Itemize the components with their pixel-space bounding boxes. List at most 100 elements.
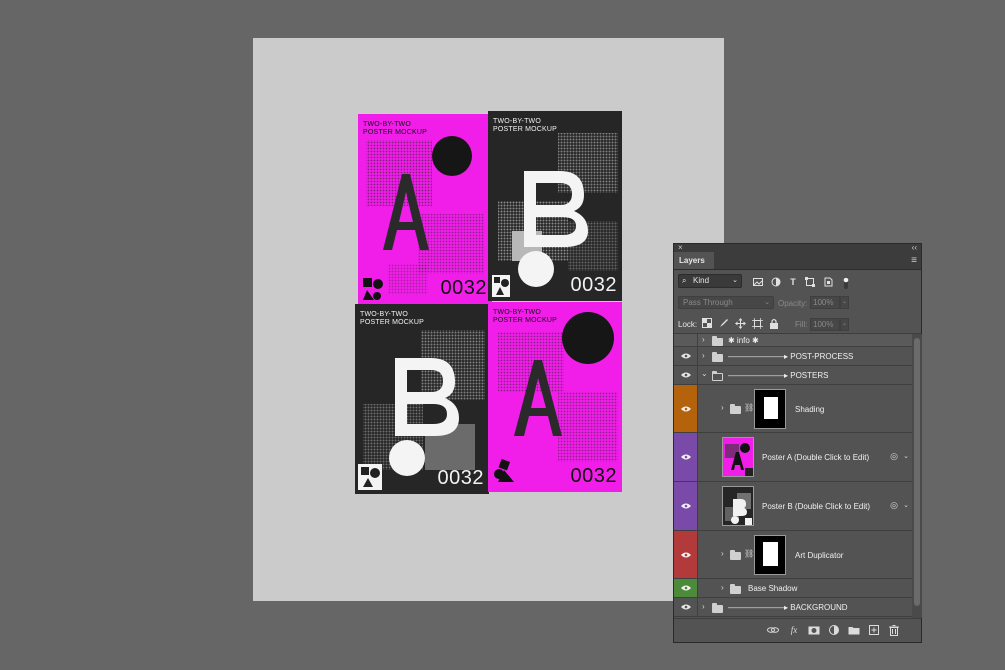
chevron-right-icon[interactable]: ›: [721, 403, 724, 412]
chevron-down-icon[interactable]: ⌄: [701, 369, 708, 378]
blend-mode-value: Pass Through: [683, 298, 733, 307]
layer-name: ———————▸ POST-PROCESS: [728, 352, 854, 361]
layers-panel: × ‹‹ Layers ≡ ⌕ Kind ⌄ T Pass Through ⌄ …: [673, 243, 922, 643]
poster-title-line2: POSTER MOCKUP: [360, 318, 425, 326]
chevron-down-icon[interactable]: ⌄: [840, 296, 849, 309]
visibility-toggle[interactable]: [674, 334, 698, 346]
artboard[interactable]: TWO-BY-TWO POSTER MOCKUP 0032 TWO-BY-TWO P…: [253, 38, 724, 601]
visibility-toggle[interactable]: [674, 531, 698, 578]
layer-name: Poster A (Double Click to Edit): [762, 453, 870, 462]
folder-icon: [730, 404, 741, 414]
tab-layers[interactable]: Layers: [674, 252, 714, 269]
poster-title: TWO-BY-TWO POSTER MOCKUP: [493, 118, 557, 133]
visibility-toggle[interactable]: [674, 598, 698, 616]
lock-pixels-icon[interactable]: [718, 318, 729, 329]
chevron-down-icon[interactable]: ⌄: [903, 452, 909, 460]
poster-number: 0032: [437, 467, 484, 489]
layer-mask-thumbnail[interactable]: [754, 389, 786, 429]
add-mask-icon[interactable]: [808, 624, 820, 636]
poster-number: 0032: [440, 277, 487, 299]
visibility-toggle[interactable]: [674, 482, 698, 530]
layer-thumbnail[interactable]: [722, 486, 754, 526]
layer-mask-thumbnail[interactable]: [754, 535, 786, 575]
chevron-right-icon[interactable]: ›: [702, 351, 705, 360]
eye-icon: [681, 552, 691, 558]
layer-row-background[interactable]: › ———————▸ BACKGROUND: [674, 598, 912, 617]
poster-artwork: [492, 133, 618, 297]
fx-icon[interactable]: fx: [788, 624, 800, 636]
collapse-icon[interactable]: ‹‹: [912, 243, 917, 252]
filter-row: ⌕ Kind ⌄ T: [674, 270, 921, 292]
poster-title-line2: POSTER MOCKUP: [493, 125, 558, 133]
close-icon[interactable]: ×: [678, 243, 683, 252]
opacity-input[interactable]: 100%: [810, 296, 840, 309]
link-icon: ⛓: [744, 403, 755, 412]
link-layers-icon[interactable]: [767, 624, 779, 636]
kind-filter-select[interactable]: ⌕ Kind ⌄: [678, 274, 742, 288]
link-icon: ⛓: [744, 549, 755, 558]
kind-filter-label: Kind: [693, 276, 710, 285]
layer-row-base-shadow[interactable]: › Base Shadow: [674, 579, 912, 598]
poster-title: TWO-BY-TWO POSTER MOCKUP: [493, 309, 557, 324]
shape-filter-icon[interactable]: [805, 277, 815, 287]
lock-all-icon[interactable]: [768, 318, 779, 329]
fill-input[interactable]: 100%: [810, 318, 840, 331]
chevron-right-icon[interactable]: ›: [721, 549, 724, 558]
layer-row-shading[interactable]: › ⛓ Shading: [674, 385, 912, 433]
lock-label: Lock:: [678, 320, 698, 329]
lock-transparency-icon[interactable]: [701, 318, 712, 329]
visibility-toggle[interactable]: [674, 385, 698, 432]
layer-row-posters[interactable]: ⌄ ———————▸ POSTERS: [674, 366, 912, 385]
layer-thumbnail[interactable]: [722, 437, 754, 477]
trash-icon[interactable]: [888, 624, 900, 636]
chevron-down-icon[interactable]: ⌄: [840, 318, 849, 331]
filter-toggle-icon[interactable]: [841, 277, 851, 289]
chevron-down-icon: ⌄: [764, 299, 770, 306]
eye-icon: [681, 406, 691, 412]
panel-title-bar[interactable]: × ‹‹: [674, 243, 921, 252]
folder-icon: [730, 584, 741, 594]
scrollbar-thumb[interactable]: [914, 338, 920, 606]
smart-filter-icon[interactable]: ◎: [890, 451, 898, 462]
poster-top-right: TWO-BY-TWO POSTER MOCKUP 0032: [488, 111, 622, 301]
adjustment-filter-icon[interactable]: [771, 277, 781, 287]
chevron-down-icon: ⌄: [732, 277, 738, 284]
layer-row-post-process[interactable]: › ———————▸ POST-PROCESS: [674, 347, 912, 366]
panel-tab-bar: Layers ≡: [674, 252, 921, 270]
visibility-toggle[interactable]: [674, 579, 698, 597]
blend-mode-select[interactable]: Pass Through ⌄: [678, 296, 774, 309]
smart-object-filter-icon[interactable]: [823, 277, 833, 287]
smart-filter-icon[interactable]: ◎: [890, 500, 898, 511]
poster-bottom-left: TWO-BY-TWO POSTER MOCKUP 0032: [355, 304, 489, 494]
eye-icon: [681, 585, 691, 591]
visibility-toggle[interactable]: [674, 433, 698, 481]
new-group-icon[interactable]: [848, 624, 860, 636]
type-filter-icon[interactable]: T: [788, 277, 798, 287]
layer-name: Shading: [795, 405, 825, 414]
chevron-right-icon[interactable]: ›: [702, 602, 705, 611]
new-layer-icon[interactable]: [868, 624, 880, 636]
image-filter-icon[interactable]: [753, 277, 763, 287]
lock-artboard-icon[interactable]: [752, 318, 763, 329]
panel-footer: fx: [674, 618, 921, 642]
visibility-toggle[interactable]: [674, 366, 698, 384]
adjustment-layer-icon[interactable]: [828, 624, 840, 636]
chevron-down-icon[interactable]: ⌄: [903, 501, 909, 509]
layer-row-poster-a[interactable]: Poster A (Double Click to Edit) ◎ ⌄: [674, 433, 912, 482]
folder-open-icon: [712, 371, 723, 381]
layer-row-info[interactable]: › ✱ info ✱: [674, 334, 912, 347]
chevron-right-icon[interactable]: ›: [721, 583, 724, 592]
poster-title: TWO-BY-TWO POSTER MOCKUP: [360, 311, 424, 326]
eye-icon: [681, 604, 691, 610]
layer-row-poster-b[interactable]: Poster B (Double Click to Edit) ◎ ⌄: [674, 482, 912, 531]
poster-number: 0032: [570, 274, 617, 296]
visibility-toggle[interactable]: [674, 347, 698, 365]
lock-position-icon[interactable]: [735, 318, 746, 329]
chevron-right-icon[interactable]: ›: [702, 335, 705, 344]
eye-icon: [681, 503, 691, 509]
poster-title-line2: POSTER MOCKUP: [493, 316, 558, 324]
layer-list-scrollbar[interactable]: [912, 334, 922, 618]
layer-row-art-duplicator[interactable]: › ⛓ Art Duplicator: [674, 531, 912, 579]
panel-menu-icon[interactable]: ≡: [911, 255, 917, 266]
folder-icon: [730, 550, 741, 560]
